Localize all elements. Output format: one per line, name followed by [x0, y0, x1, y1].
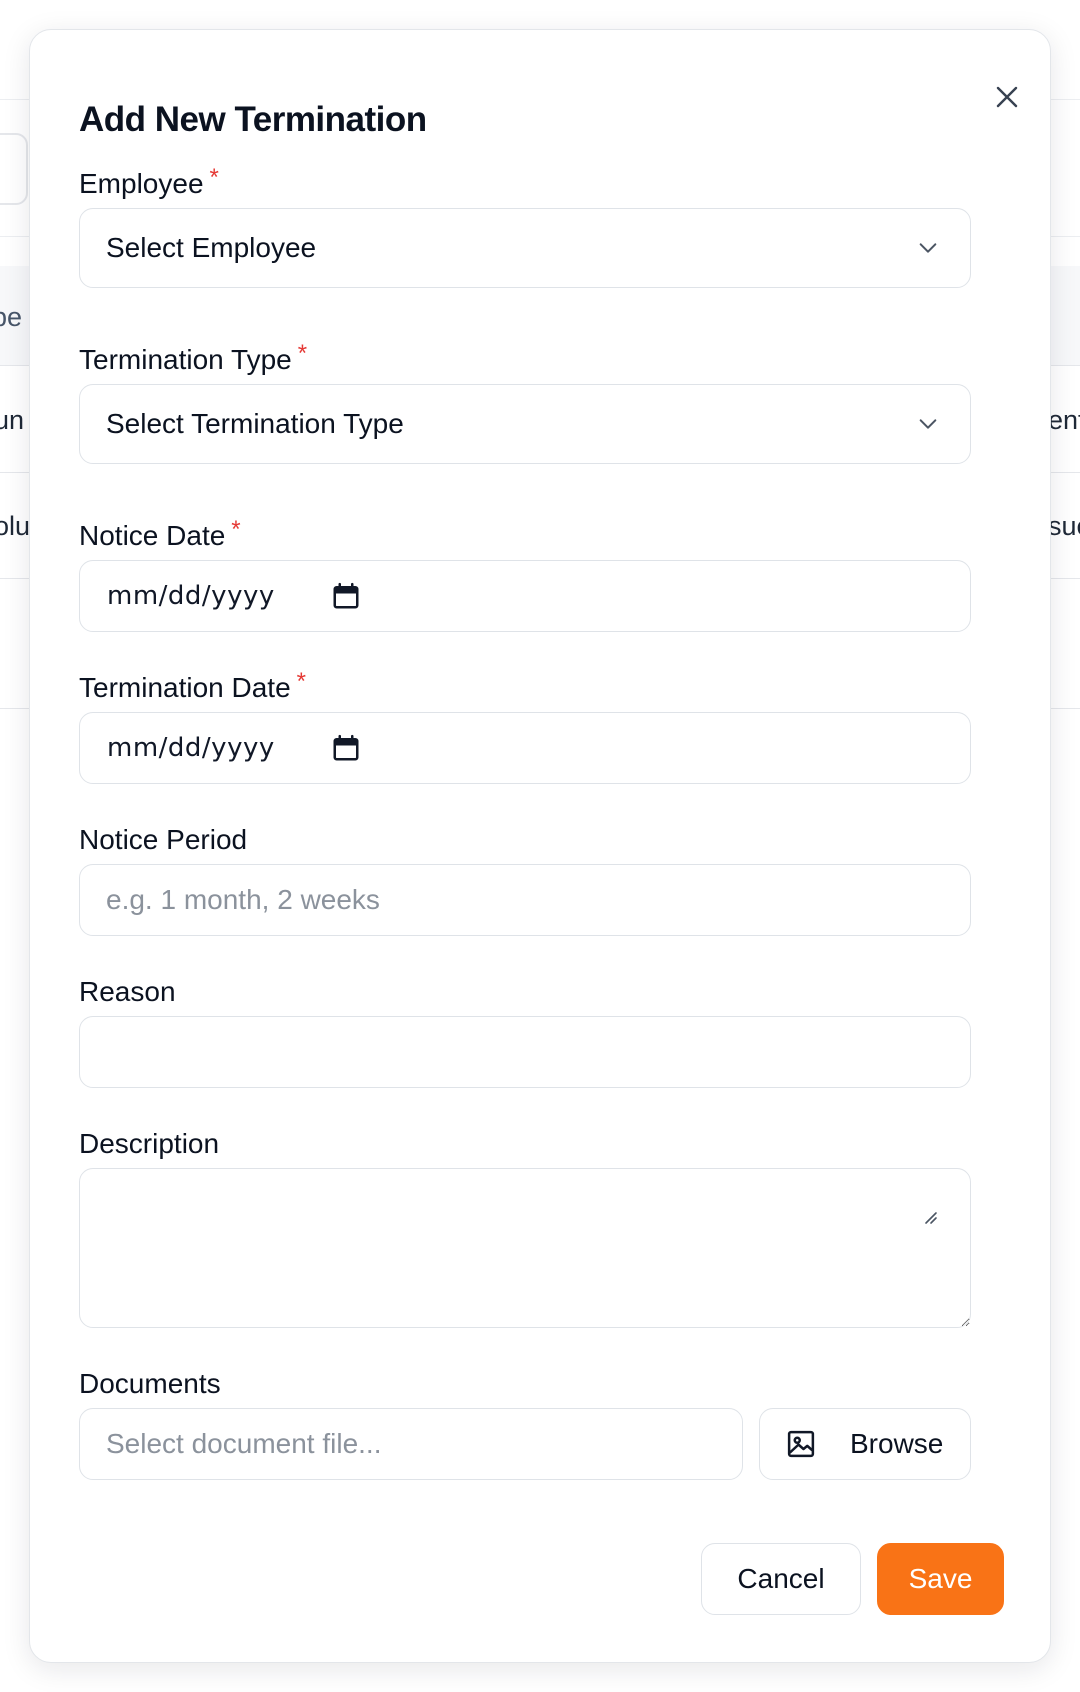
- required-marker: *: [209, 164, 219, 191]
- chevron-down-icon: [916, 236, 940, 260]
- browse-button[interactable]: Browse: [759, 1408, 971, 1480]
- reason-input[interactable]: [79, 1016, 971, 1088]
- termination-date-label: Termination Date *: [79, 668, 306, 703]
- reason-label: Reason: [79, 976, 176, 1007]
- background-cell-text: un: [0, 405, 25, 435]
- notice-period-input[interactable]: [79, 864, 971, 936]
- notice-date-label: Notice Date *: [79, 516, 241, 551]
- notice-date-input[interactable]: mm/dd/yyyy: [79, 560, 971, 632]
- documents-label: Documents: [79, 1368, 221, 1399]
- employee-select-value: Select Employee: [106, 232, 317, 263]
- background-cell-text: ent: [1048, 405, 1080, 435]
- description-label: Description: [79, 1128, 220, 1159]
- close-button[interactable]: [985, 75, 1029, 119]
- required-marker: *: [297, 340, 308, 367]
- termination-type-select-value: Select Termination Type: [106, 408, 404, 439]
- required-marker: *: [231, 516, 241, 543]
- notice-period-label: Notice Period: [79, 824, 248, 855]
- browse-label: Browse: [850, 1428, 944, 1459]
- add-termination-modal: Add New Termination Employee * Select Emp…: [29, 29, 1051, 1663]
- required-marker: *: [296, 668, 306, 695]
- termination-type-label: Termination Type *: [79, 340, 308, 375]
- calendar-icon[interactable]: [331, 581, 361, 611]
- notice-date-placeholder: mm/dd/yyyy: [107, 581, 275, 611]
- chevron-down-icon: [916, 412, 940, 436]
- employee-label: Employee *: [79, 164, 219, 199]
- document-file-input[interactable]: [79, 1408, 743, 1480]
- background-cell-text: olu: [0, 511, 31, 541]
- background-header-text: pe: [0, 302, 23, 332]
- close-icon: [996, 86, 1018, 108]
- description-textarea[interactable]: [79, 1168, 971, 1328]
- employee-select[interactable]: Select Employee: [79, 208, 971, 288]
- termination-type-select[interactable]: Select Termination Type: [79, 384, 971, 464]
- termination-date-input[interactable]: mm/dd/yyyy: [79, 712, 971, 784]
- background-search-box: [0, 133, 28, 205]
- image-icon: [786, 1429, 816, 1459]
- background-cell-text: sue: [1048, 511, 1080, 541]
- modal-title: Add New Termination: [79, 100, 427, 139]
- save-button[interactable]: Save: [877, 1543, 1004, 1615]
- cancel-button[interactable]: Cancel: [701, 1543, 861, 1615]
- termination-date-placeholder: mm/dd/yyyy: [107, 733, 275, 763]
- calendar-icon[interactable]: [331, 733, 361, 763]
